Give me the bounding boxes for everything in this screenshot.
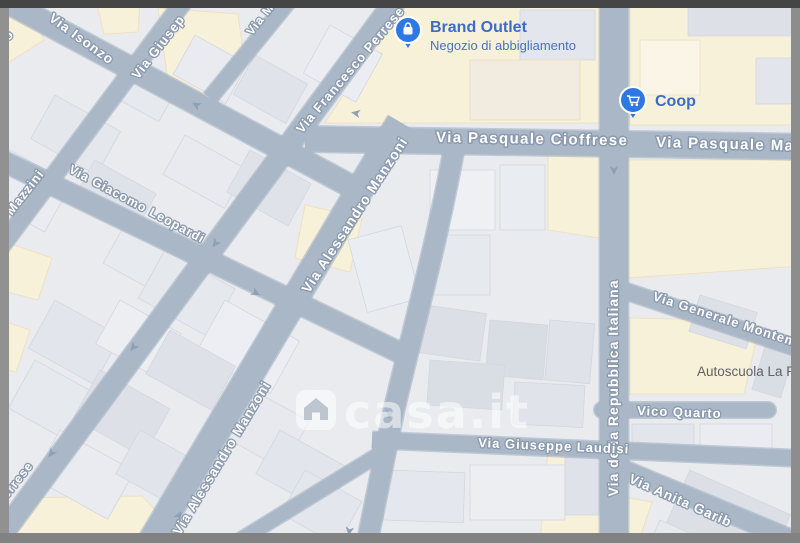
watermark-text: casa.it [344,385,530,439]
map-canvas[interactable]: Via Isonzo Via Giusep e Mazzini Via M io… [9,8,791,533]
frame-border-bottom [0,533,800,543]
frame-border-left [0,8,9,533]
street-label-cioffrese: Via Pasquale Cioffrese [436,129,629,149]
frame-border-top [0,0,800,8]
map-screenshot: { "map": { "provider_style": "google-map… [0,0,800,543]
street-label-vico-quarto: Vico Quarto [637,403,722,421]
brand-outlet-title[interactable]: Brand Outlet [430,19,528,36]
poi-autoscuola-label[interactable]: Autoscuola La Ro [697,364,791,379]
frame-border-right [791,8,800,533]
street-label-repubblica: Via della Repubblica Italiana [605,279,621,496]
brand-outlet-subtitle: Negozio di abbigliamento [430,38,576,53]
coop-title[interactable]: Coop [655,93,696,110]
